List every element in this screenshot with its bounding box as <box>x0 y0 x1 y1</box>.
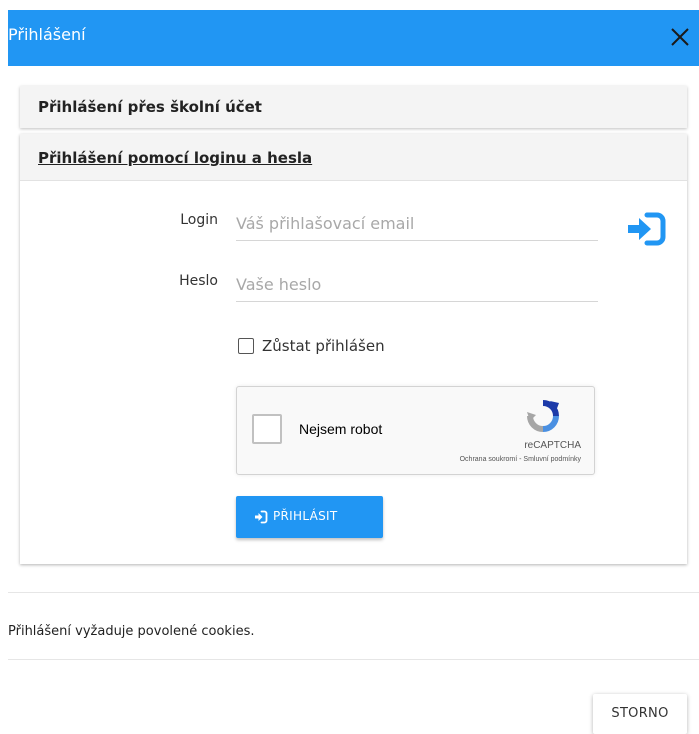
remember-me-label: Zůstat přihlášen <box>262 337 385 355</box>
dialog-header: Přihlášení <box>8 10 699 66</box>
recaptcha-checkbox[interactable] <box>252 414 282 444</box>
login-input[interactable] <box>236 206 598 241</box>
cookies-note: Přihlášení vyžaduje povolené cookies. <box>8 624 255 639</box>
password-input[interactable] <box>236 267 598 302</box>
sign-in-icon <box>255 510 268 524</box>
recaptcha-label: Nejsem robot <box>299 421 383 437</box>
recaptcha-terms-link[interactable]: Ochrana soukromí - Smluvní podmínky <box>460 456 581 463</box>
login-label: Login <box>180 212 218 228</box>
login-dialog: Přihlášení Přihlášení přes školní účet P… <box>8 10 699 734</box>
divider <box>8 659 699 660</box>
cancel-button[interactable]: STORNO <box>593 694 687 734</box>
login-password-panel-title: Přihlášení pomocí loginu a hesla <box>38 149 313 167</box>
close-button[interactable] <box>665 22 695 52</box>
recaptcha-widget: Nejsem robot reCAPTCHA Ochrana soukromí … <box>236 386 595 475</box>
checkbox-box[interactable] <box>238 338 254 354</box>
school-account-panel[interactable]: Přihlášení přes školní účet <box>20 86 687 128</box>
password-label: Heslo <box>179 273 218 289</box>
sign-in-icon <box>628 212 666 246</box>
school-account-panel-title: Přihlášení přes školní účet <box>38 98 262 116</box>
dialog-title: Přihlášení <box>8 25 86 44</box>
recaptcha-brand: reCAPTCHA <box>524 440 581 451</box>
recaptcha-logo-icon <box>527 400 559 432</box>
divider <box>8 592 699 593</box>
login-password-panel: Přihlášení pomocí loginu a hesla Login H… <box>20 134 687 564</box>
cancel-label: STORNO <box>611 706 669 721</box>
login-password-panel-header[interactable]: Přihlášení pomocí loginu a hesla <box>20 134 687 181</box>
close-icon <box>671 28 689 46</box>
login-submit-label: PŘIHLÁSIT <box>273 509 338 523</box>
sign-in-button[interactable] <box>624 209 668 249</box>
login-submit-button[interactable]: PŘIHLÁSIT <box>236 496 383 538</box>
